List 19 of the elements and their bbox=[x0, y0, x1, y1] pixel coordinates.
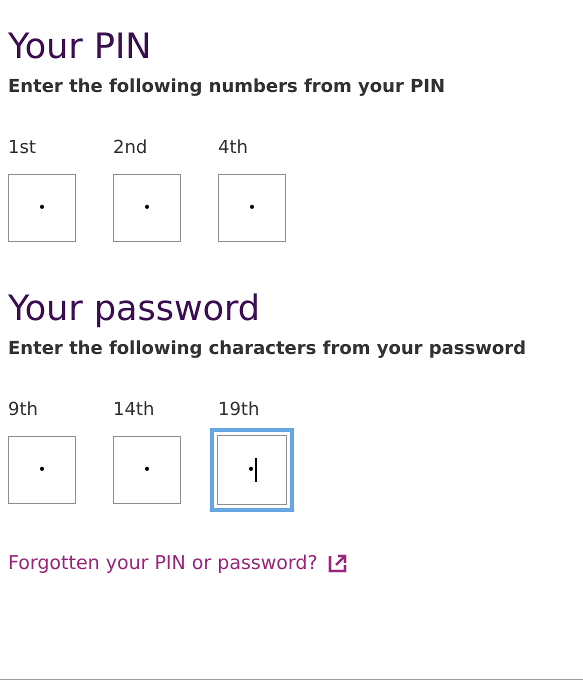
input-field[interactable]: • bbox=[8, 436, 76, 504]
text-cursor-icon bbox=[255, 458, 258, 482]
input-field[interactable]: • bbox=[210, 428, 294, 512]
input-field[interactable]: • bbox=[8, 174, 76, 242]
help-link[interactable]: Forgotten your PIN or password? bbox=[8, 552, 348, 574]
external-link-icon bbox=[328, 553, 348, 573]
input-field[interactable]: • bbox=[218, 174, 286, 242]
field-label: 19th bbox=[218, 399, 260, 420]
field-label: 1st bbox=[8, 137, 36, 158]
field-label: 2nd bbox=[113, 137, 148, 158]
section-heading: Your PIN bbox=[8, 26, 152, 69]
instruction-text: Enter the following numbers from your PIN bbox=[8, 76, 446, 97]
instruction-text: Enter the following characters from your password bbox=[8, 338, 527, 359]
field-label: 4th bbox=[218, 137, 248, 158]
input-field[interactable]: • bbox=[113, 436, 181, 504]
section-heading: Your password bbox=[8, 288, 262, 331]
field-label: 9th bbox=[8, 399, 38, 420]
field-label: 14th bbox=[113, 399, 154, 420]
input-field[interactable]: • bbox=[113, 174, 181, 242]
